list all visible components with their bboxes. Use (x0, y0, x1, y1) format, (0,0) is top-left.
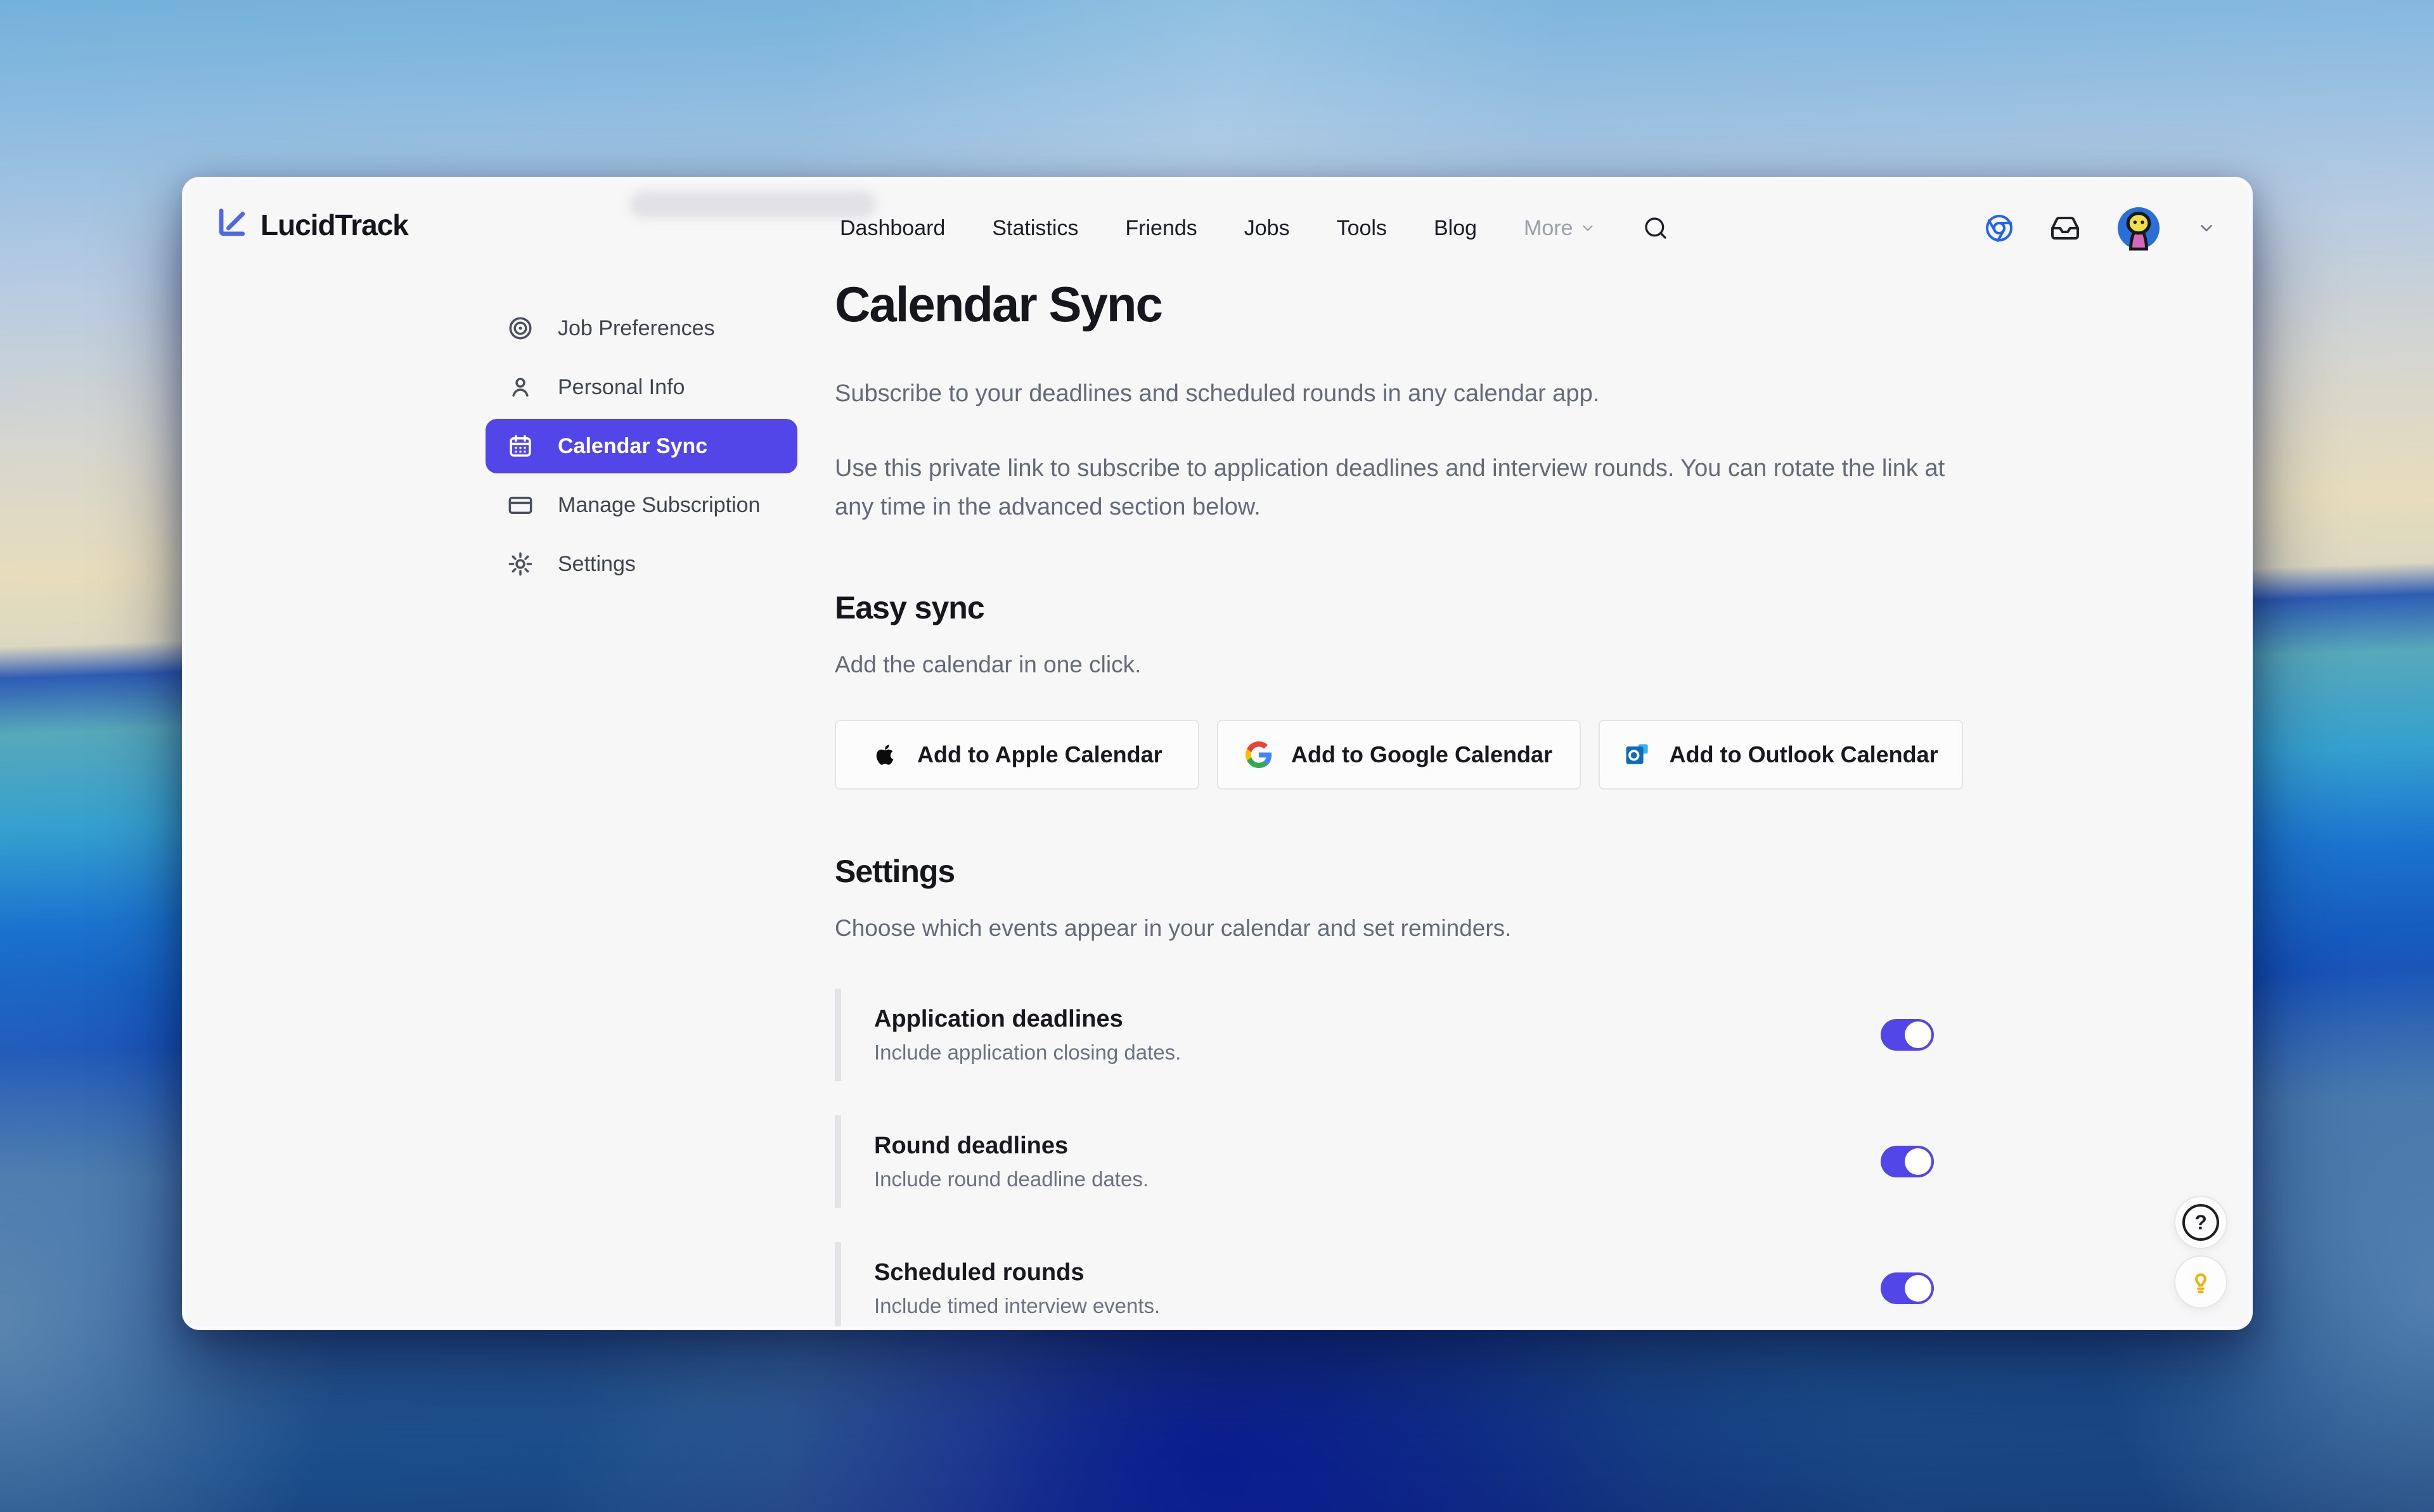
application-deadlines-toggle[interactable] (1881, 1019, 1934, 1051)
round-deadlines-toggle[interactable] (1881, 1146, 1934, 1177)
setting-description: Include application closing dates. (874, 1041, 1181, 1065)
setting-title: Scheduled rounds (874, 1259, 1160, 1286)
sidebar-item-job-preferences[interactable]: Job Preferences (486, 301, 797, 356)
add-outlook-calendar-button[interactable]: Add to Outlook Calendar (1599, 720, 1963, 790)
toggle-knob (1905, 1275, 1931, 1302)
app-window: LucidTrack Dashboard Statistics Friends … (182, 177, 2253, 1330)
gear-icon (507, 551, 534, 577)
page-subtitle: Subscribe to your deadlines and schedule… (835, 375, 1963, 413)
settings-heading: Settings (835, 853, 1963, 890)
setting-title: Round deadlines (874, 1132, 1149, 1160)
person-icon (507, 374, 534, 400)
lucidtrack-logo-icon (214, 205, 250, 245)
question-mark-icon: ? (2182, 1204, 2219, 1241)
sidebar-item-personal-info[interactable]: Personal Info (486, 360, 797, 414)
setting-title: Application deadlines (874, 1006, 1181, 1033)
settings-sidebar: Job Preferences Personal Info Calendar S… (486, 301, 797, 591)
scheduled-rounds-toggle[interactable] (1881, 1272, 1934, 1304)
target-icon (507, 315, 534, 342)
account-chevron-icon[interactable] (2197, 219, 2216, 238)
outlook-icon (1624, 741, 1651, 768)
settings-subtitle: Choose which events appear in your calen… (835, 915, 1963, 942)
page-title: Calendar Sync (835, 276, 1963, 333)
setting-row-application-deadlines: Application deadlines Include applicatio… (835, 989, 1963, 1081)
sidebar-item-calendar-sync[interactable]: Calendar Sync (486, 419, 797, 473)
toggle-knob (1905, 1148, 1931, 1175)
help-button[interactable]: ? (2174, 1196, 2227, 1249)
settings-rows: Application deadlines Include applicatio… (835, 989, 1963, 1330)
browser-icon[interactable] (1984, 213, 2014, 243)
app-name: LucidTrack (261, 208, 408, 242)
credit-card-icon (507, 492, 534, 518)
page-description: Use this private link to subscribe to ap… (835, 449, 1950, 527)
easy-sync-subtitle: Add the calendar in one click. (835, 651, 1963, 678)
setting-row-scheduled-rounds: Scheduled rounds Include timed interview… (835, 1242, 1963, 1330)
apple-icon (872, 741, 898, 768)
toggle-knob (1905, 1022, 1931, 1048)
ideas-button[interactable] (2174, 1255, 2227, 1309)
sidebar-item-settings[interactable]: Settings (486, 537, 797, 591)
avatar[interactable] (2116, 205, 2161, 251)
lightbulb-icon (2187, 1268, 2215, 1296)
add-google-calendar-button[interactable]: Add to Google Calendar (1217, 720, 1581, 790)
calendar-buttons-row: Add to Apple Calendar Add to Google Cale… (835, 720, 1963, 790)
setting-description: Include round deadline dates. (874, 1167, 1149, 1191)
header-right (1984, 181, 2216, 276)
app-logo[interactable]: LucidTrack (214, 205, 408, 245)
google-icon (1246, 741, 1272, 768)
sidebar-item-manage-subscription[interactable]: Manage Subscription (486, 478, 797, 532)
add-apple-calendar-button[interactable]: Add to Apple Calendar (835, 720, 1199, 790)
main-content: Calendar Sync Subscribe to your deadline… (835, 181, 1963, 1330)
easy-sync-heading: Easy sync (835, 589, 1963, 626)
setting-row-round-deadlines: Round deadlines Include round deadline d… (835, 1115, 1963, 1208)
setting-description: Include timed interview events. (874, 1294, 1160, 1318)
calendar-icon (507, 433, 534, 459)
inbox-icon[interactable] (2050, 213, 2080, 243)
